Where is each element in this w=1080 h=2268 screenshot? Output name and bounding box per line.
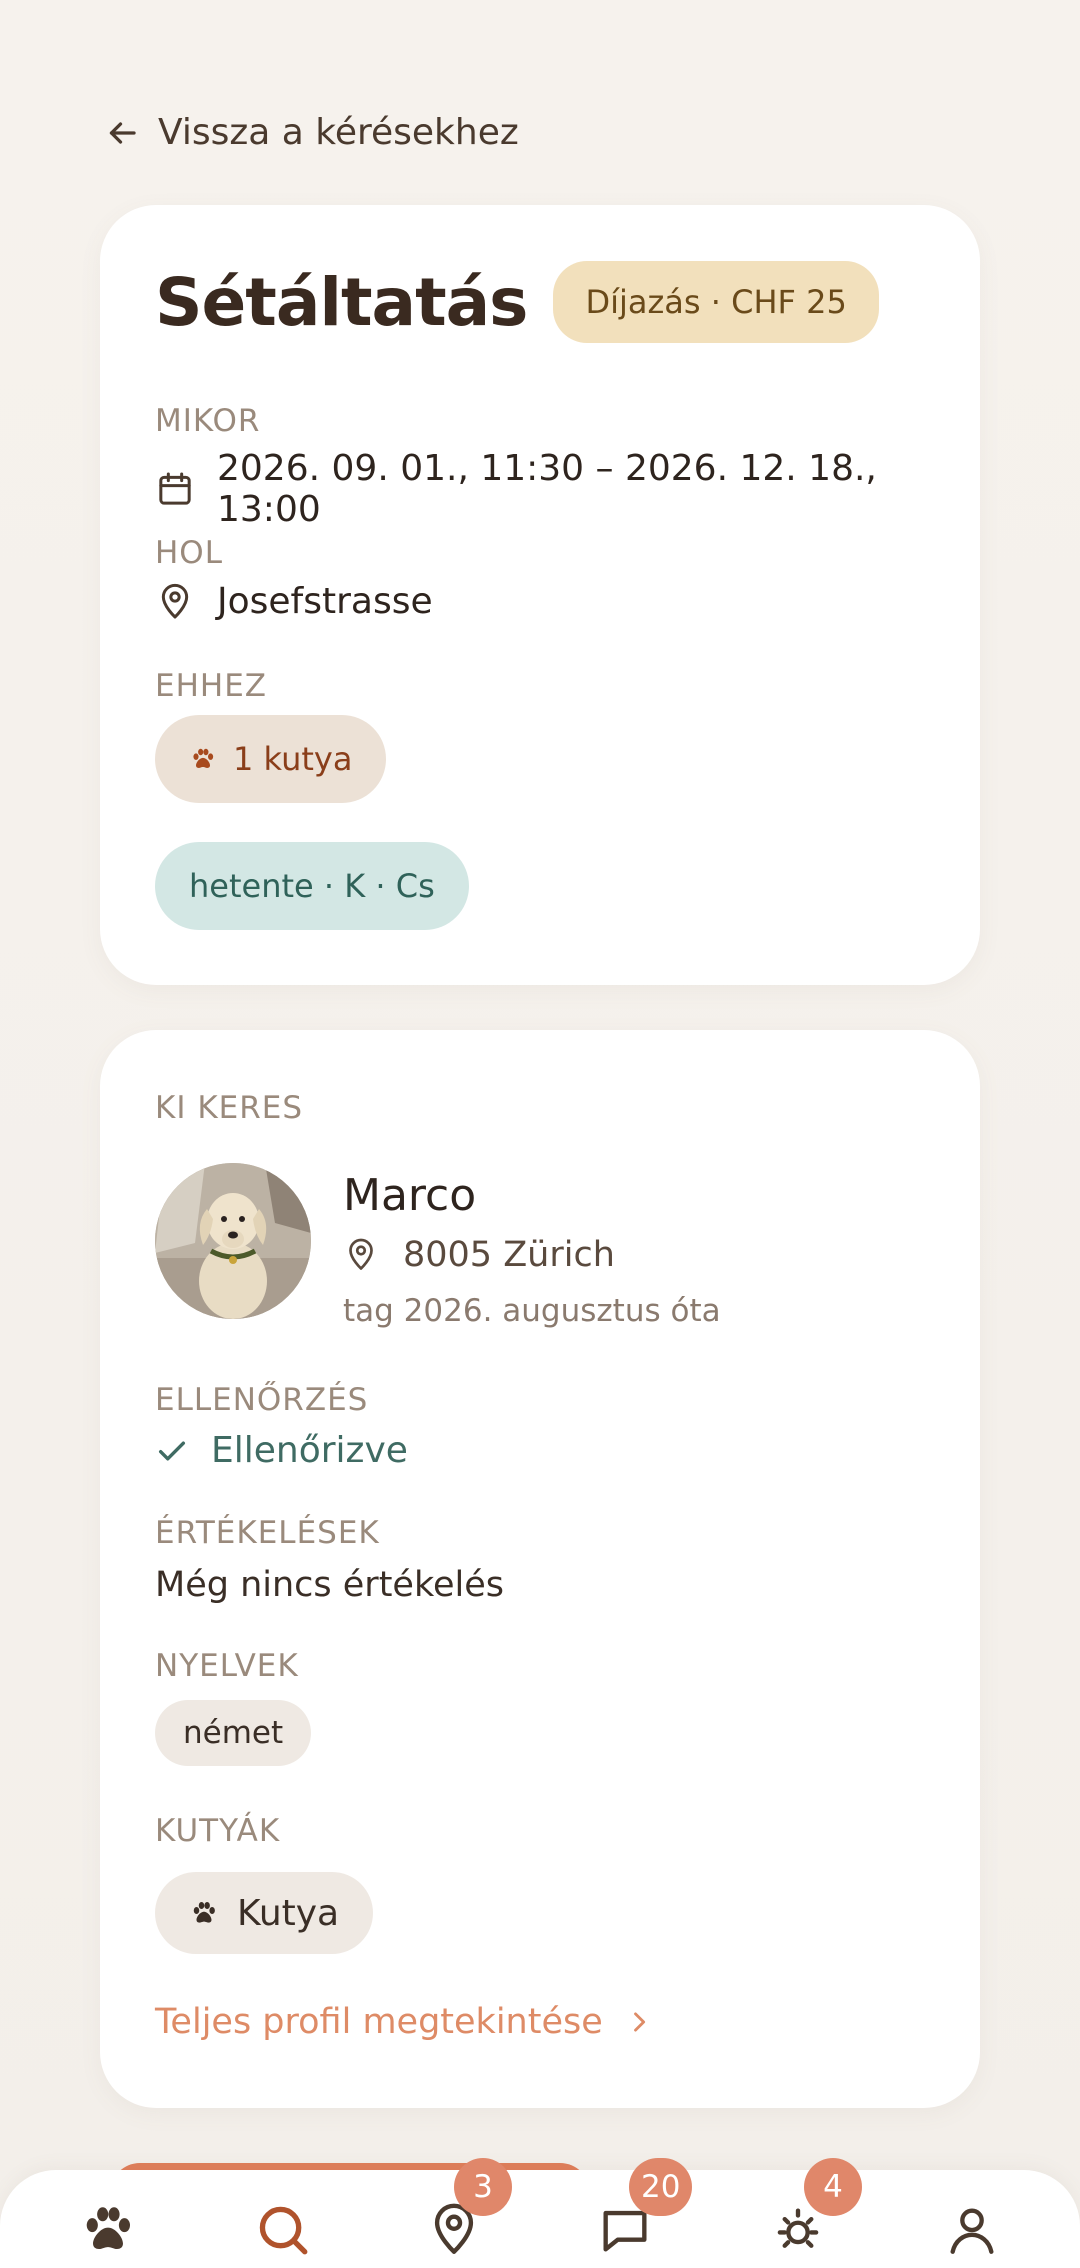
dogs-label: KUTYÁK	[155, 1813, 281, 1849]
frequency-label: hetente · K · Cs	[189, 867, 435, 905]
nav-paw[interactable]	[48, 2170, 168, 2268]
view-full-profile-link[interactable]: Teljes profil megtekintése	[155, 2002, 653, 2042]
title-row: Sétáltatás Díjazás · CHF 25	[155, 261, 879, 343]
map-badge: 3	[454, 2158, 512, 2216]
languages-label: NYELVEK	[155, 1648, 299, 1684]
activity-badge: 4	[804, 2158, 862, 2216]
requester-name: Marco	[343, 1170, 477, 1221]
requester-section-label: KI KERES	[155, 1090, 304, 1126]
nav-search[interactable]	[223, 2170, 343, 2268]
verification-label: ELLENŐRZÉS	[155, 1382, 369, 1418]
when-label: MIKOR	[155, 403, 261, 439]
where-label: HOL	[155, 535, 223, 571]
profile-link-label: Teljes profil megtekintése	[155, 2002, 603, 2042]
for-label: EHHEZ	[155, 668, 268, 704]
where-value: Josefstrasse	[217, 581, 433, 622]
language-label: német	[183, 1715, 284, 1751]
nav-profile[interactable]	[912, 2170, 1032, 2268]
profile-icon	[950, 2208, 994, 2254]
dog-photo	[155, 1163, 311, 1319]
calendar-icon	[159, 472, 191, 505]
map-pin-icon	[161, 583, 189, 618]
member-since: tag 2026. augusztus óta	[343, 1293, 721, 1329]
request-details-card: Sétáltatás Díjazás · CHF 25 MIKOR 2026. …	[100, 205, 980, 985]
when-value: 2026. 09. 01., 11:30 – 2026. 12. 18., 13…	[217, 448, 877, 530]
verification-value: Ellenőrizve	[211, 1430, 408, 1471]
reviews-label: ÉRTÉKELÉSEK	[155, 1515, 380, 1551]
requester-location-row: 8005 Zürich	[343, 1235, 615, 1275]
nav-messages[interactable]: 20	[565, 2158, 693, 2268]
check-icon	[158, 1441, 186, 1460]
request-title: Sétáltatás	[155, 263, 528, 341]
paw-icon	[193, 748, 214, 768]
chevron-right-icon	[633, 2012, 645, 2032]
when-row: 2026. 09. 01., 11:30 – 2026. 12. 18., 13…	[155, 448, 980, 530]
dog-chip[interactable]: Kutya	[155, 1872, 374, 1954]
paw-icon	[193, 1902, 215, 1923]
requester-card: KI KERES Marco 8005 Zürich tag 2026. aug…	[100, 1030, 980, 2108]
requester-location: 8005 Zürich	[403, 1235, 615, 1275]
reviews-value: Még nincs értékelés	[155, 1565, 504, 1605]
language-chip: német	[155, 1700, 312, 1766]
back-link[interactable]: Vissza a kérésekhez	[104, 112, 519, 153]
back-link-label: Vissza a kérésekhez	[158, 112, 519, 153]
map-pin-icon	[349, 1238, 373, 1270]
avatar	[155, 1163, 311, 1319]
arrow-left-icon	[109, 121, 136, 144]
verification-status: Ellenőrizve	[155, 1430, 408, 1471]
bottom-nav: 3 20 4	[0, 2158, 1080, 2268]
dog-count-chip: 1 kutya	[155, 715, 387, 803]
where-row: Josefstrasse	[155, 581, 433, 622]
nav-activity[interactable]: 4	[738, 2158, 862, 2268]
price-badge: Díjazás · CHF 25	[553, 261, 879, 343]
messages-badge: 20	[629, 2158, 693, 2216]
frequency-chip: hetente · K · Cs	[155, 842, 469, 930]
dog-count-label: 1 kutya	[233, 740, 353, 778]
paw-icon	[86, 2207, 130, 2250]
search-icon	[259, 2206, 308, 2255]
dog-name: Kutya	[237, 1892, 340, 1934]
nav-map[interactable]: 3	[394, 2158, 514, 2268]
